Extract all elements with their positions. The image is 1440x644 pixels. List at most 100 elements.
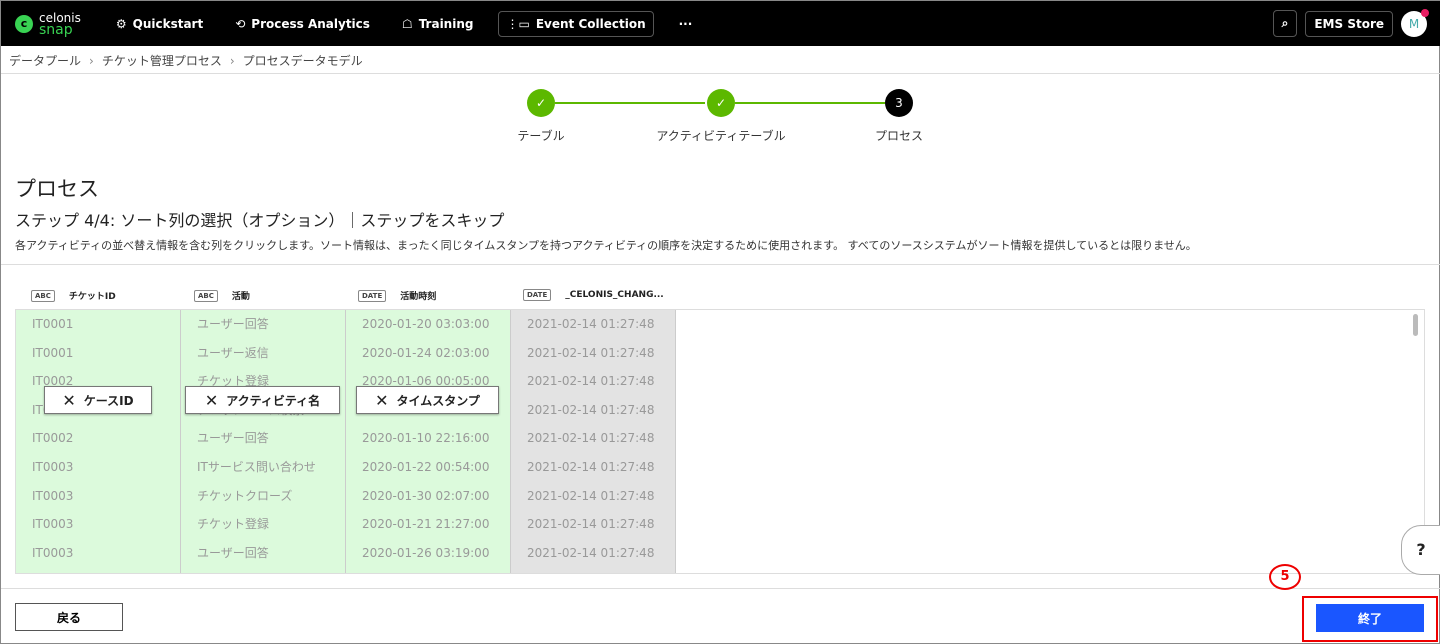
help-button[interactable]: ?	[1401, 525, 1440, 575]
date-type-icon: DATE	[358, 289, 387, 302]
column-header[interactable]: ABC チケットID	[31, 289, 116, 302]
chip-label: アクティビティ名	[226, 393, 321, 408]
annotation-highlight: 終了	[1302, 596, 1438, 642]
logo-icon: c	[15, 14, 33, 33]
activity-name-chip[interactable]: ✕ アクティビティ名	[185, 386, 340, 414]
breadcrumb-item: プロセスデータモデル	[242, 54, 363, 68]
table-cell: 2020-01-22 00:54:00	[362, 459, 490, 474]
step-2-check-icon: ✓	[707, 89, 735, 117]
chevron-right-icon: ›	[89, 54, 94, 68]
data-preview-table: IT0001IT0001IT0002IT0002IT0002IT0003IT00…	[15, 309, 1425, 574]
sort-column[interactable]: 2021-02-14 01:27:48 2021-02-14 01:27:48 20…	[511, 310, 676, 573]
training-icon: ☖	[401, 16, 413, 31]
top-nav-bar: c celonis snap ⚙ Quickstart ⟲ Process Analy…	[1, 1, 1440, 46]
table-cell: ユーザー回答	[197, 431, 269, 446]
table-cell: IT0001	[32, 345, 74, 360]
nav-quickstart[interactable]: ⚙ Quickstart	[109, 12, 210, 36]
stepper-connector	[735, 102, 885, 104]
table-cell: 2020-01-30 02:07:00	[362, 488, 490, 503]
table-cell: 2020-01-21 21:27:00	[362, 517, 490, 532]
timestamp-column[interactable]: 2020-01-20 03:03:00 2020-01-24 02:03:00 20…	[346, 310, 511, 573]
close-icon[interactable]: ✕	[62, 391, 75, 410]
table-cell: IT0001	[32, 317, 74, 331]
column-name: チケットID	[68, 292, 116, 302]
column-header[interactable]: DATE 活動時刻	[358, 289, 436, 302]
table-cell: IT0003	[32, 488, 74, 503]
divider	[1, 588, 1440, 589]
scrollbar[interactable]	[1413, 314, 1418, 336]
case-id-chip[interactable]: ✕ ケースID	[44, 386, 152, 414]
breadcrumb-item[interactable]: チケット管理プロセス	[102, 54, 222, 68]
nav-label: Training	[418, 16, 474, 31]
table-cell: ユーザー返信	[197, 345, 269, 360]
nav-label: Event Collection	[535, 16, 646, 31]
close-icon[interactable]: ✕	[205, 391, 218, 410]
table-cell: 2020-01-24 02:03:00	[362, 345, 490, 360]
step-3-indicator: 3	[885, 89, 913, 117]
nav-event-collection[interactable]: ⋮▭ Event Collection	[498, 10, 654, 37]
table-cell: 2021-02-14 01:27:48	[527, 459, 655, 474]
analytics-icon: ⟲	[235, 16, 246, 31]
celonis-logo[interactable]: c celonis snap	[15, 12, 81, 38]
column-name: 活動	[231, 292, 250, 302]
nav-training[interactable]: ☖ Training	[395, 12, 481, 36]
table-cell: IT0003	[32, 459, 74, 474]
column-name: 活動時刻	[400, 292, 437, 302]
table-cell: チケット登録	[197, 517, 270, 532]
table-cell: 2021-02-14 01:27:48	[527, 431, 655, 446]
stepper-connector	[555, 102, 705, 104]
step-description: 各アクティビティの並べ替え情報を含む列をクリックします。ソート情報は、まったく同…	[15, 239, 1197, 252]
table-cell: ITサービス問い合わせ	[197, 459, 316, 474]
chip-label: タイムスタンプ	[396, 393, 480, 408]
search-button[interactable]: ⌕	[1272, 10, 1298, 37]
nav-label: Process Analytics	[251, 16, 370, 31]
activity-column[interactable]: ユーザー回答ユーザー返信チケット登録ナレッジベース検索ユーザー回答ITサービス問…	[181, 310, 346, 573]
close-icon[interactable]: ✕	[375, 391, 388, 410]
date-type-icon: DATE	[523, 289, 552, 301]
avatar[interactable]: M	[1401, 8, 1429, 37]
page-title: プロセス	[15, 177, 99, 201]
finish-button[interactable]: 終了	[1316, 604, 1424, 632]
table-cell: 2020-01-20 03:03:00	[362, 317, 490, 331]
column-header[interactable]: DATE _CELONIS_CHANG...	[523, 289, 664, 301]
event-collection-icon: ⋮▭	[506, 16, 530, 31]
table-cell: 2021-02-14 01:27:48	[527, 374, 655, 389]
table-cell: 2021-02-14 01:27:48	[527, 317, 655, 331]
breadcrumb: データプール › チケット管理プロセス › プロセスデータモデル	[1, 46, 1440, 74]
table-cell: 2021-02-14 01:27:48	[527, 545, 655, 560]
table-cell: 2021-02-14 01:27:48	[527, 488, 655, 503]
quickstart-icon: ⚙	[115, 16, 127, 31]
table-cell: 2020-01-26 03:19:00	[362, 545, 490, 560]
step-label: アクティビティテーブル	[656, 129, 786, 143]
table-cell: ユーザー回答	[197, 545, 269, 560]
string-type-icon: ABC	[31, 289, 55, 302]
nav-process-analytics[interactable]: ⟲ Process Analytics	[228, 12, 377, 36]
step-label: プロセス	[874, 129, 924, 143]
back-button[interactable]: 戻る	[15, 603, 123, 631]
table-cell: ユーザー回答	[197, 317, 269, 331]
column-header[interactable]: ABC 活動	[194, 289, 250, 302]
table-cell: 2021-02-14 01:27:48	[527, 345, 655, 360]
timestamp-chip[interactable]: ✕ タイムスタンプ	[356, 386, 499, 414]
breadcrumb-item[interactable]: データプール	[9, 54, 81, 68]
nav-label: Quickstart	[132, 16, 204, 31]
step-subtitle: ステップ 4/4: ソート列の選択（オプション）｜ステップをスキップ	[15, 211, 505, 230]
step-1-check-icon: ✓	[527, 89, 555, 117]
table-cell: 2020-01-10 22:16:00	[362, 431, 490, 446]
table-cell: IT0003	[32, 545, 74, 560]
chip-label: ケースID	[83, 393, 134, 408]
table-cell: 2021-02-14 01:27:48	[527, 517, 655, 532]
string-type-icon: ABC	[194, 289, 218, 302]
logo-subtext: snap	[39, 21, 73, 38]
case-id-column[interactable]: IT0001IT0001IT0002IT0002IT0002IT0003IT00…	[16, 310, 181, 573]
ems-store-button[interactable]: EMS Store	[1305, 10, 1393, 37]
table-cell: IT0003	[32, 517, 74, 532]
annotation-marker: 5	[1269, 564, 1301, 590]
step-label: テーブル	[517, 129, 565, 143]
more-menu-button[interactable]: ···	[672, 12, 700, 36]
divider	[1, 264, 1440, 265]
chevron-right-icon: ›	[229, 54, 235, 68]
table-cell: チケットクローズ	[197, 488, 293, 503]
table-cell: 2021-02-14 01:27:48	[527, 402, 655, 417]
column-name: _CELONIS_CHANG...	[565, 290, 664, 300]
